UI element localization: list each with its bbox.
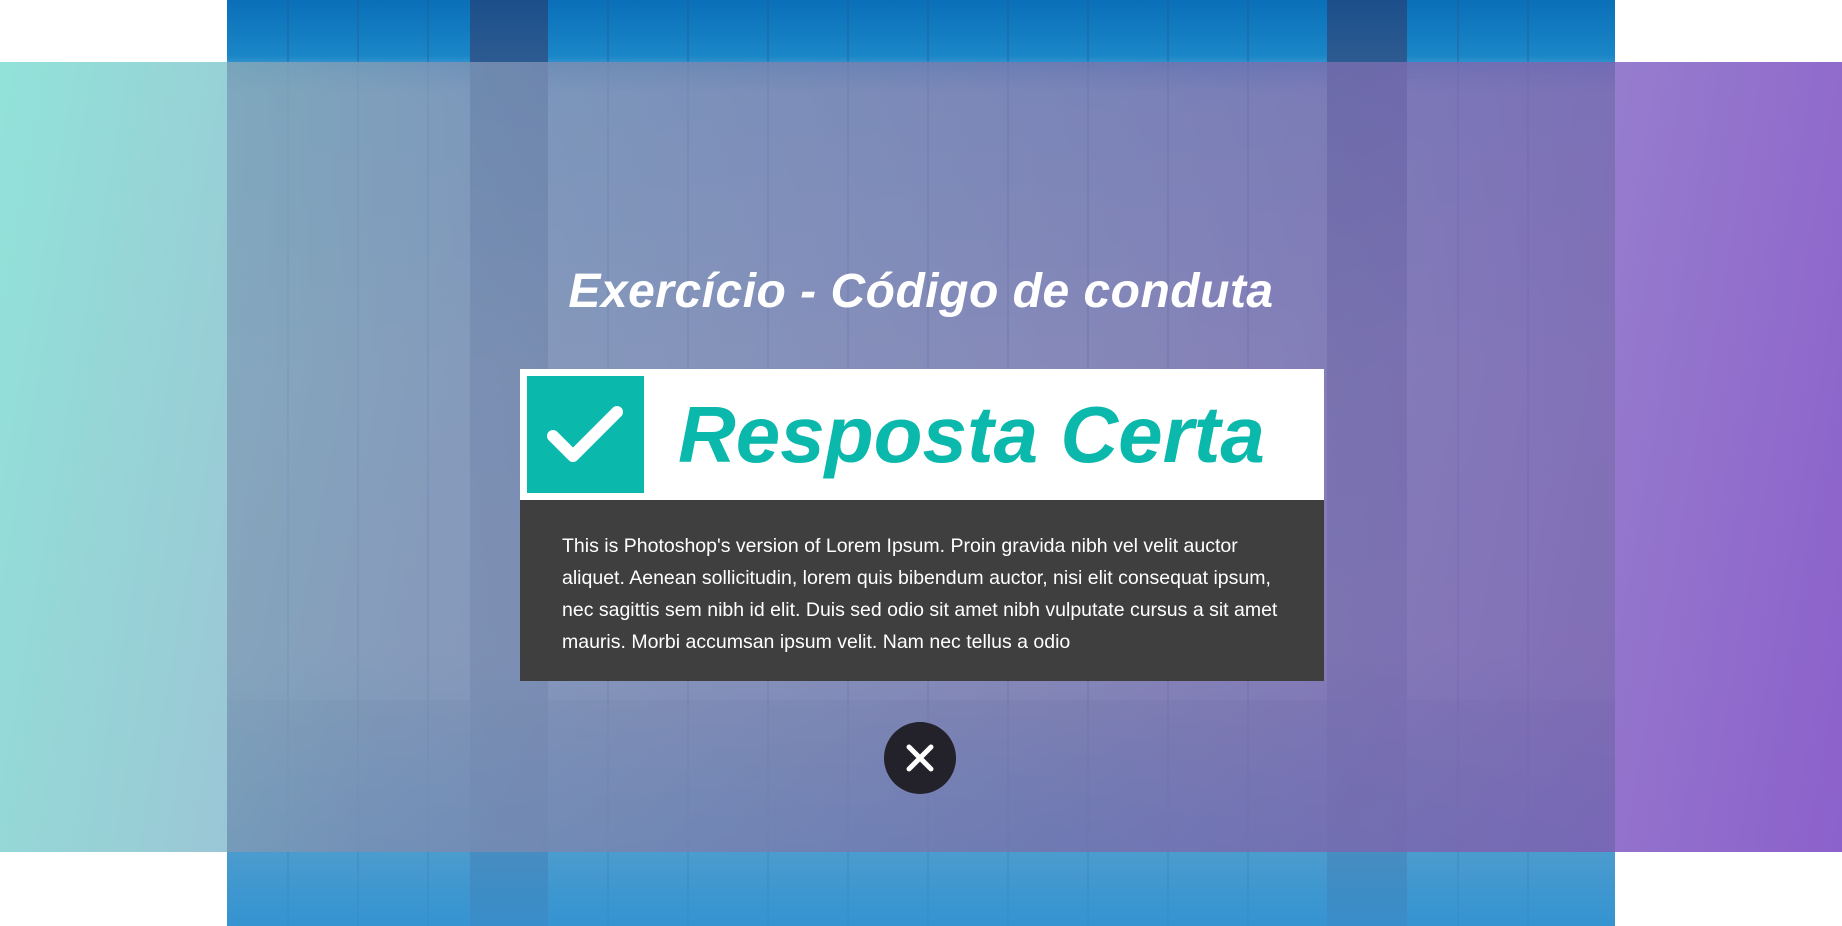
modal-stage: Exercício - Código de conduta Resposta C…: [0, 0, 1842, 926]
feedback-panel: This is Photoshop's version of Lorem Ips…: [520, 500, 1324, 681]
page-title: Exercício - Código de conduta: [568, 265, 1274, 318]
close-icon: [906, 744, 934, 772]
result-banner: Resposta Certa: [520, 369, 1324, 500]
result-label: Resposta Certa: [678, 390, 1265, 479]
close-button[interactable]: [884, 722, 956, 794]
checkmark-icon: [547, 406, 623, 462]
checkmark-badge: [527, 376, 644, 493]
feedback-text: This is Photoshop's version of Lorem Ips…: [562, 535, 1278, 653]
